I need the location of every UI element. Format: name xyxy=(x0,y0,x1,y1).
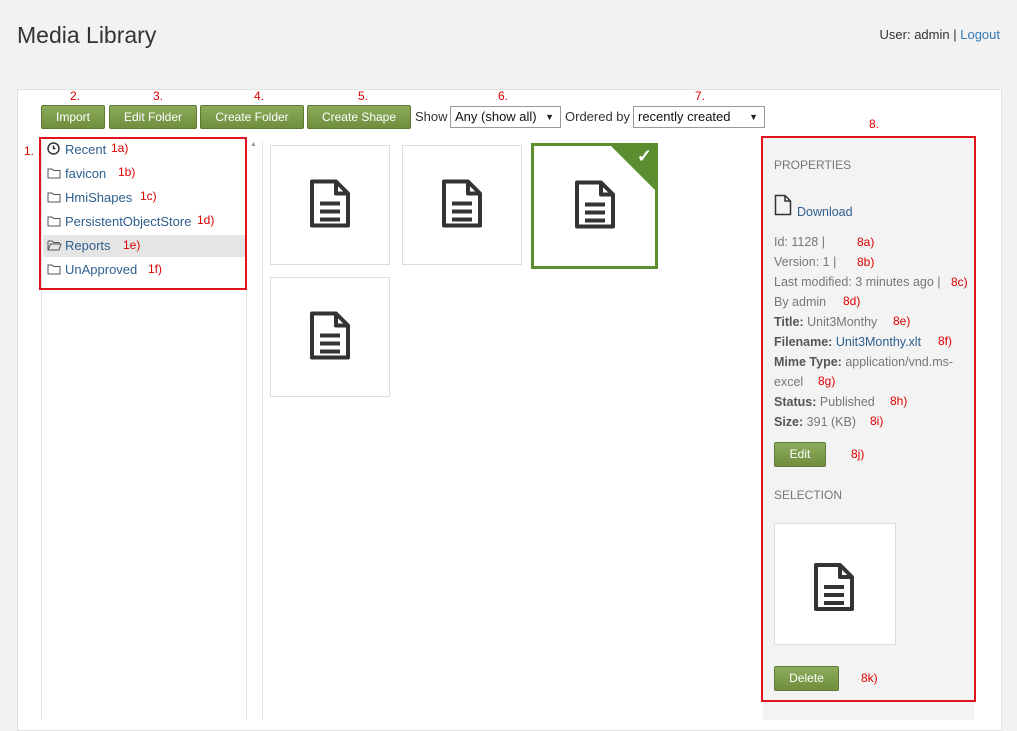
annotation-1a: 1a) xyxy=(111,141,129,155)
tree-item-label: Reports xyxy=(65,238,111,253)
annotation-8b: 8b) xyxy=(857,255,875,269)
download-link[interactable]: Download xyxy=(797,205,853,219)
tree-item-label: UnApproved xyxy=(65,262,138,277)
annotation-8a: 8a) xyxy=(857,235,875,249)
user-bar: User: admin | Logout xyxy=(880,27,1000,42)
tree-item-label: PersistentObjectStore xyxy=(65,214,192,229)
prop-by: By admin xyxy=(774,295,827,309)
prop-mime-cont: excel xyxy=(774,375,804,389)
annotation-8h: 8h) xyxy=(890,394,908,408)
annotation-5: 5. xyxy=(358,89,369,103)
scroll-up-icon[interactable]: ▲ xyxy=(250,141,258,149)
annotation-8f: 8f) xyxy=(938,334,953,348)
annotation-1: 1. xyxy=(24,144,35,158)
page-title: Media Library xyxy=(17,22,157,48)
selection-preview xyxy=(774,523,896,645)
annotation-8e: 8e) xyxy=(893,314,911,328)
annotation-2: 2. xyxy=(70,89,81,103)
annotation-8g: 8g) xyxy=(818,374,836,388)
annotation-1f: 1f) xyxy=(148,262,163,276)
dropdown-arrow-icon: ▼ xyxy=(545,112,554,122)
show-select-value: Any (show all) xyxy=(455,109,537,124)
annotation-8: 8. xyxy=(869,117,880,131)
tree-item-label: Recent xyxy=(65,142,107,157)
annotation-4: 4. xyxy=(254,89,265,103)
annotation-8c: 8c) xyxy=(951,275,968,289)
properties-heading: PROPERTIES xyxy=(774,158,852,172)
order-label: Ordered by xyxy=(565,109,631,124)
tree-item-reports[interactable]: Reports xyxy=(43,235,245,257)
tree-item-favicon[interactable]: favicon xyxy=(47,163,243,185)
edit-folder-button[interactable]: Edit Folder xyxy=(109,105,197,129)
annotation-3: 3. xyxy=(153,89,164,103)
prop-filename: Filename: Unit3Monthy.xlt xyxy=(774,335,922,349)
folder-icon xyxy=(47,212,61,234)
prop-id: Id: 1128 | xyxy=(774,235,825,249)
show-select[interactable]: Any (show all) ▼ xyxy=(450,106,561,128)
annotation-1d: 1d) xyxy=(197,213,215,227)
prop-title: Title: Unit3Monthy xyxy=(774,315,878,329)
annotation-8d: 8d) xyxy=(843,294,861,308)
media-item-selected[interactable]: ✓ xyxy=(531,143,658,269)
prop-status: Status: Published xyxy=(774,395,875,409)
folder-icon xyxy=(47,164,61,186)
clock-icon xyxy=(47,140,61,162)
folder-open-icon xyxy=(47,236,62,258)
document-icon xyxy=(574,180,616,233)
annotation-8k: 8k) xyxy=(861,671,878,685)
annotation-1b: 1b) xyxy=(118,165,136,179)
prop-mime: Mime Type: application/vnd.ms- xyxy=(774,355,954,369)
prop-version: Version: 1 | xyxy=(774,255,837,269)
document-icon xyxy=(309,311,351,364)
folder-icon xyxy=(47,260,61,282)
prop-last-modified: Last modified: 3 minutes ago | xyxy=(774,275,941,289)
create-shape-button[interactable]: Create Shape xyxy=(307,105,411,129)
tree-item-unapproved[interactable]: UnApproved xyxy=(47,259,243,281)
tree-item-label: HmiShapes xyxy=(65,190,133,205)
selection-heading: SELECTION xyxy=(774,488,843,502)
document-icon xyxy=(309,179,351,232)
prop-size: Size: 391 (KB) xyxy=(774,415,857,429)
grid-divider xyxy=(262,141,263,720)
folder-icon xyxy=(47,188,61,210)
media-item[interactable] xyxy=(402,145,522,265)
annotation-6: 6. xyxy=(498,89,509,103)
annotation-1e: 1e) xyxy=(123,238,141,252)
annotation-8i: 8i) xyxy=(870,414,884,428)
user-label: User: admin | xyxy=(879,27,957,42)
document-icon xyxy=(813,562,855,615)
edit-button[interactable]: Edit xyxy=(774,442,826,467)
tree-item-label: favicon xyxy=(65,166,107,181)
media-item[interactable] xyxy=(270,277,390,397)
dropdown-arrow-icon: ▼ xyxy=(749,112,758,122)
tree-item-recent[interactable]: Recent xyxy=(47,139,243,161)
document-icon xyxy=(441,179,483,232)
order-select-value: recently created xyxy=(638,109,731,124)
create-folder-button[interactable]: Create Folder xyxy=(200,105,304,129)
media-item[interactable] xyxy=(270,145,390,265)
delete-button[interactable]: Delete xyxy=(774,666,839,691)
checkmark-icon: ✓ xyxy=(636,146,652,166)
show-label: Show xyxy=(415,109,448,124)
annotation-8j: 8j) xyxy=(851,447,865,461)
import-button[interactable]: Import xyxy=(41,105,105,129)
order-select[interactable]: recently created ▼ xyxy=(633,106,765,128)
logout-link[interactable]: Logout xyxy=(960,27,1000,42)
annotation-7: 7. xyxy=(695,89,706,103)
file-icon xyxy=(774,194,792,219)
annotation-1c: 1c) xyxy=(140,189,157,203)
